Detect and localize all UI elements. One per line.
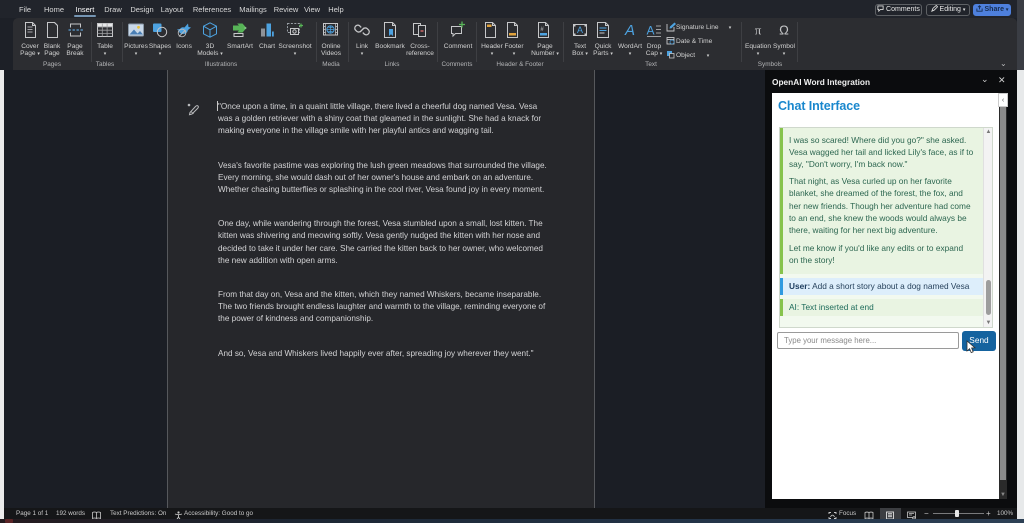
svg-text:A: A [624, 22, 635, 39]
svg-text:A: A [646, 24, 654, 38]
svg-text:#: # [540, 27, 544, 33]
svg-text:Ω: Ω [779, 23, 789, 38]
svg-text:A: A [577, 25, 583, 35]
svg-text:π: π [755, 23, 762, 38]
